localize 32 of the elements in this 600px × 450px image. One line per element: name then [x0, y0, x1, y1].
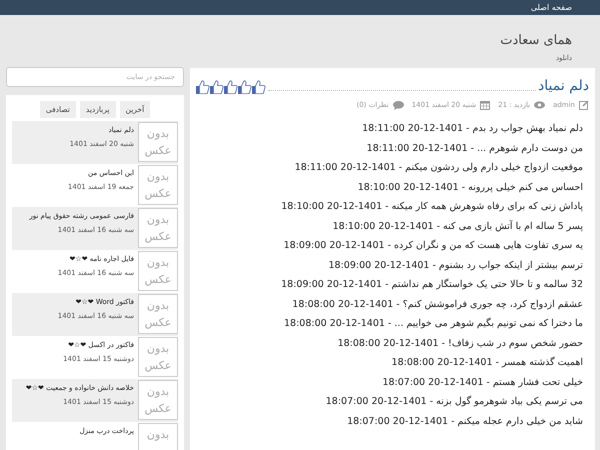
post-line: شاید من خیلی دارم عجله میکنم - 1401-12-20 18:07:00: [346, 414, 583, 428]
no-image-thumbnail: بدون عکس: [138, 294, 178, 334]
post-line: 32 سالمه و تا حالا حتی یک خواستگار هم نداشتم - 1401-12-20 18:09:00: [280, 278, 583, 292]
post-line: احساس می کنم خیلی پررونه - 1401-12-20 18:10:00: [356, 180, 583, 194]
post-title[interactable]: دلم نمیاد: [538, 78, 589, 94]
post-line: خیلی تحت فشار هستم - 1401-12-20 18:07:00: [381, 376, 583, 390]
comment-icon: [392, 100, 404, 110]
rating-thumbs-icon[interactable]: [196, 80, 266, 94]
post-line: می ترسم یکی بیاد شوهرمو گول بزنه - 1401-12-20 18:07:00: [324, 394, 583, 409]
post-line: ترسم بیشتر از اینکه جواب رد بشنوم - 1401-12-20 18:09:00: [328, 258, 583, 272]
no-image-thumbnail: بدون عکس: [138, 337, 178, 377]
no-image-thumbnail: بدون عکس: [138, 208, 178, 248]
post-line: عشقم ازدواج کرد، چه جوری فراموشش کنم؟ - 1401-12-20 18:08:00: [291, 298, 583, 312]
post-line: دلم نمیاد بهش جواب رد بدم - 1401-12-20 18:11:00: [361, 122, 583, 136]
post-line: ما دخترا که نمی تونیم بگیم شوهر می خواییم ... - 1401-12-20 18:08:00: [282, 316, 583, 331]
post-line: یه سری تفاوت هایی هست که من و نگران کرده - 1401-12-20 18:09:00: [282, 238, 583, 253]
post-line: اهمیت گذشته همسر - 1401-12-20 18:08:00: [390, 356, 583, 370]
post-line: حضور شخص سوم در شب زفاف! - 1401-12-20 18:08:00: [336, 336, 583, 350]
post-line: موقعیت ازدواج خیلی دارم ولی ردشون میکنم - 1401-12-20 18:11:00: [294, 161, 583, 175]
no-image-thumbnail: بدون: [138, 423, 178, 450]
no-image-thumbnail: بدون عکس: [138, 165, 178, 205]
post-line: پاداش زنی که برای رفاه شوهرش همه کار میکنه - 1401-12-20 18:10:00: [280, 200, 583, 214]
site-title[interactable]: همای سعادت: [28, 33, 572, 48]
post-line: پسر 5 ساله ام با آتش بازی می کنه - 1401-12-20 18:10:00: [332, 219, 583, 234]
post-line: من دوست دارم شوهرم ... - 1401-12-20 18:11:00: [366, 142, 583, 156]
calendar-icon: [480, 100, 490, 110]
no-image-thumbnail: بدون عکس: [138, 380, 178, 420]
home-link[interactable]: صفحه اصلی: [530, 3, 572, 12]
edit-icon: [579, 100, 589, 110]
no-image-thumbnail: بدون عکس: [138, 122, 178, 162]
eye-icon: [534, 101, 546, 109]
no-image-thumbnail: بدون عکس: [138, 251, 178, 291]
